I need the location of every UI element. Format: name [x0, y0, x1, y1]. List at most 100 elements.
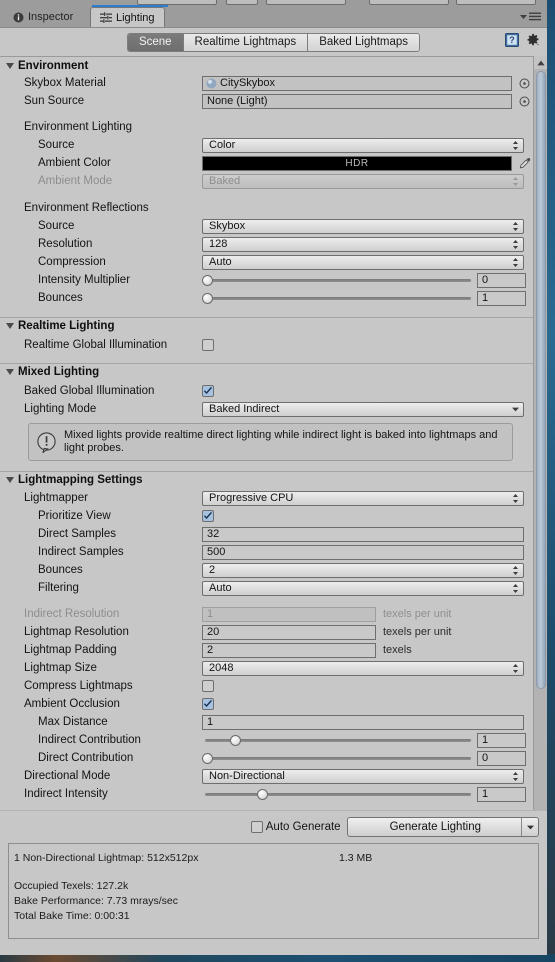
auto-generate-checkbox[interactable]	[250, 821, 263, 833]
tab-inspector[interactable]: Inspector	[4, 7, 82, 27]
mode-segmented-control: Scene Realtime Lightmaps Baked Lightmaps	[126, 32, 421, 52]
section-title-environment: Environment	[18, 59, 89, 72]
label-directional-mode: Directional Mode	[24, 770, 111, 782]
generate-lighting-dropdown[interactable]	[521, 818, 538, 836]
auto-generate-control[interactable]: Auto Generate	[250, 821, 341, 833]
reflection-bounces-value[interactable]: 1	[477, 290, 526, 306]
svg-text:?: ?	[509, 35, 515, 45]
object-picker-icon[interactable]	[518, 77, 531, 90]
intensity-multiplier-slider[interactable]	[202, 273, 474, 287]
scene-view-backdrop-bottom	[0, 954, 555, 962]
ambient-mode-dropdown: Baked	[202, 173, 524, 189]
ambient-color-swatch[interactable]: HDR	[202, 155, 512, 171]
directional-mode-value: Non-Directional	[209, 770, 285, 782]
label-skybox-material: Skybox Material	[24, 77, 106, 89]
window-options-menu[interactable]	[520, 12, 541, 21]
lightmap-stats-box: 1 Non-Directional Lightmap: 512x512px 1.…	[8, 843, 539, 939]
compress-lightmaps-checkbox[interactable]	[202, 680, 214, 692]
intensity-multiplier-value[interactable]: 0	[477, 272, 526, 288]
prioritize-view-checkbox[interactable]	[202, 510, 214, 522]
realtime-gi-checkbox[interactable]	[202, 339, 214, 351]
row-ambient-mode: Ambient Mode Baked	[0, 172, 533, 190]
stats-occupied-texels: Occupied Texels: 127.2k	[14, 879, 129, 892]
tab-lighting[interactable]: Lighting	[90, 7, 165, 27]
toolbar-button-d[interactable]	[369, 0, 449, 5]
slider-thumb[interactable]	[202, 292, 213, 304]
toolbar-button-b[interactable]	[226, 0, 258, 5]
slider-thumb[interactable]	[202, 752, 213, 764]
label-intensity-multiplier: Intensity Multiplier	[38, 274, 131, 286]
slider-thumb[interactable]	[230, 734, 241, 746]
section-header-realtime-lighting[interactable]: Realtime Lighting	[0, 317, 533, 334]
env-lighting-source-dropdown[interactable]: Color	[202, 137, 524, 153]
indirect-contribution-slider[interactable]	[202, 733, 474, 747]
row-indirect-contribution: Indirect Contribution 1	[0, 731, 533, 749]
lightmap-resolution-input[interactable]: 20	[202, 624, 376, 640]
generate-bar: Auto Generate Generate Lighting	[0, 811, 547, 841]
reflection-resolution-value: 128	[209, 238, 228, 250]
tab-inspector-label: Inspector	[28, 11, 74, 23]
info-circle-icon	[37, 431, 56, 453]
hamburger-menu-icon	[529, 12, 541, 21]
help-book-icon[interactable]: ?	[505, 33, 519, 47]
directional-mode-dropdown[interactable]: Non-Directional	[202, 768, 524, 784]
lighting-mode-value: Baked Indirect	[209, 403, 280, 415]
lightmap-padding-input[interactable]: 2	[202, 642, 376, 658]
lm-bounces-dropdown[interactable]: 2	[202, 562, 524, 578]
lightmapper-dropdown[interactable]: Progressive CPU	[202, 490, 524, 506]
toolbar-button-c[interactable]	[266, 0, 346, 5]
tab-baked-lightmaps[interactable]: Baked Lightmaps	[308, 33, 420, 51]
mixed-lighting-help-text: Mixed lights provide realtime direct lig…	[64, 429, 498, 454]
row-direct-contribution: Direct Contribution 0	[0, 749, 533, 767]
baked-gi-checkbox[interactable]	[202, 385, 214, 397]
info-icon	[13, 12, 24, 23]
label-realtime-gi: Realtime Global Illumination	[24, 339, 168, 351]
label-reflection-resolution: Resolution	[38, 238, 93, 250]
slider-thumb[interactable]	[257, 788, 268, 800]
eyedropper-icon[interactable]	[518, 157, 531, 170]
gear-icon[interactable]	[526, 33, 540, 47]
section-title-lightmapping-settings: Lightmapping Settings	[18, 474, 143, 486]
row-ambient-color: Ambient Color HDR	[0, 154, 533, 172]
object-picker-icon[interactable]	[518, 95, 531, 108]
direct-contribution-value[interactable]: 0	[477, 750, 526, 766]
skybox-material-value: CitySkybox	[220, 77, 276, 89]
toolbar-button-e[interactable]	[456, 0, 536, 5]
direct-samples-input[interactable]: 32	[202, 526, 524, 542]
indirect-intensity-value[interactable]: 1	[477, 786, 526, 802]
reflection-bounces-slider[interactable]	[202, 291, 474, 305]
foldout-triangle-icon	[6, 369, 14, 375]
env-reflections-source-dropdown[interactable]: Skybox	[202, 218, 524, 234]
max-distance-input[interactable]: 1	[202, 714, 524, 730]
updown-arrows-icon	[512, 493, 519, 504]
lighting-mode-dropdown[interactable]: Baked Indirect	[202, 401, 524, 417]
lightmap-size-dropdown[interactable]: 2048	[202, 660, 524, 676]
row-env-reflections-source: Source Skybox	[0, 217, 533, 235]
skybox-material-field[interactable]: CitySkybox	[202, 75, 512, 91]
sun-source-field[interactable]: None (Light)	[202, 93, 512, 109]
reflection-compression-dropdown[interactable]: Auto	[202, 254, 524, 270]
indirect-intensity-slider[interactable]	[202, 787, 474, 801]
slider-thumb[interactable]	[202, 274, 213, 286]
ambient-occlusion-checkbox[interactable]	[202, 698, 214, 710]
row-reflection-bounces: Bounces 1	[0, 289, 533, 307]
scrollbar-thumb[interactable]	[536, 71, 546, 689]
section-header-mixed-lighting[interactable]: Mixed Lighting	[0, 363, 533, 380]
section-header-environment[interactable]: Environment	[0, 57, 533, 74]
label-indirect-resolution: Indirect Resolution	[24, 608, 120, 620]
tab-realtime-lightmaps[interactable]: Realtime Lightmaps	[183, 33, 309, 51]
filtering-dropdown[interactable]: Auto	[202, 580, 524, 596]
scroll-up-arrow-icon[interactable]	[534, 56, 547, 69]
row-realtime-gi: Realtime Global Illumination	[0, 336, 533, 354]
reflection-resolution-dropdown[interactable]: 128	[202, 236, 524, 252]
indirect-contribution-value[interactable]: 1	[477, 732, 526, 748]
direct-contribution-slider[interactable]	[202, 751, 474, 765]
tab-scene[interactable]: Scene	[127, 33, 184, 51]
section-header-lightmapping-settings[interactable]: Lightmapping Settings	[0, 471, 533, 488]
generate-lighting-button[interactable]: Generate Lighting	[346, 817, 539, 837]
clipped-top-toolbar	[0, 0, 547, 7]
row-lighting-mode: Lighting Mode Baked Indirect	[0, 400, 533, 418]
indirect-samples-input[interactable]: 500	[202, 544, 524, 560]
label-indirect-contribution: Indirect Contribution	[38, 734, 141, 746]
